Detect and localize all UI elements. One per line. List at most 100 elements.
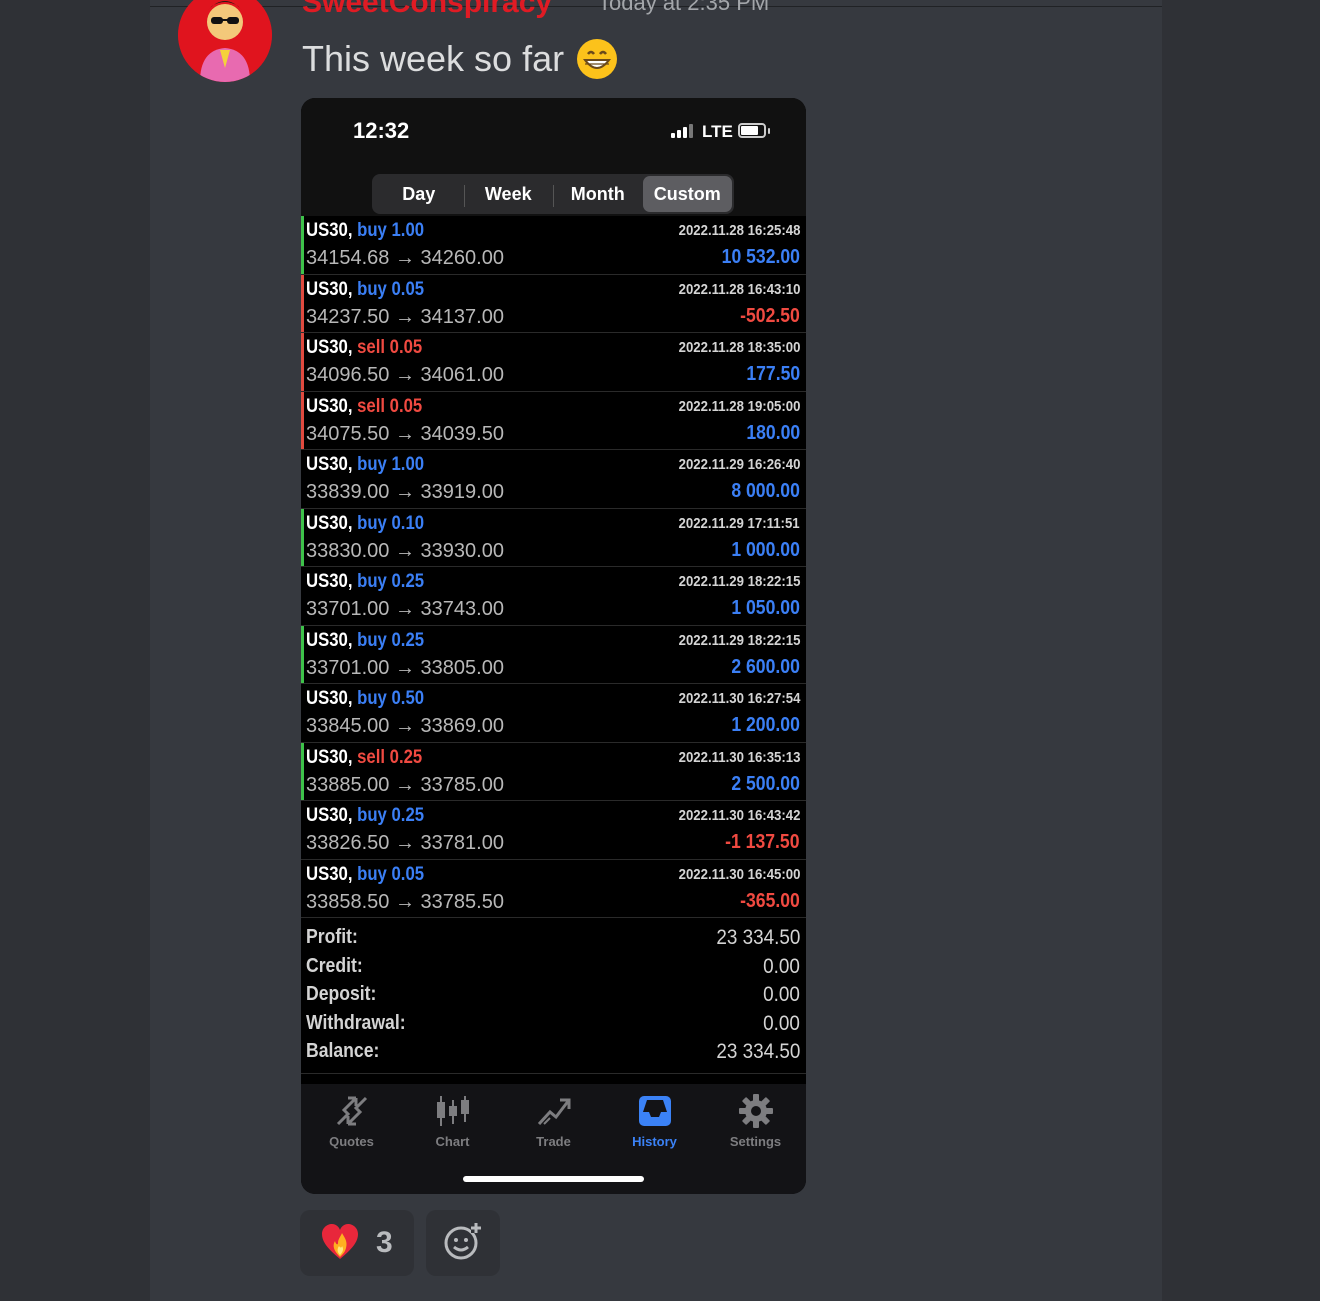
arrow-right-icon: → — [389, 539, 421, 562]
deal-prices: 33858.50 → 33785.50 — [306, 891, 504, 914]
deal-prices: 34096.50 → 34061.00 — [306, 364, 504, 387]
bottom-tab-bar: Quotes Chart Trade History Settings — [301, 1084, 806, 1194]
summary-value: 23 334.50 — [715, 1040, 800, 1064]
deal-time: 2022.11.30 16:27:54 — [678, 690, 800, 707]
deal-time: 2022.11.28 16:43:10 — [678, 280, 800, 298]
deal-symbol-name: US30, — [306, 220, 353, 241]
deal-prices: 33885.00 → 33785.00 — [306, 774, 504, 797]
quotes-icon — [301, 1092, 402, 1130]
segment-custom[interactable]: Custom — [642, 176, 732, 212]
deal-direction-type: buy — [357, 278, 387, 300]
tab-history[interactable]: History — [604, 1092, 705, 1149]
summary-value: 0.00 — [763, 983, 800, 1007]
deal-prices: 34237.50 → 34137.00 — [306, 306, 504, 329]
avatar[interactable] — [178, 0, 272, 82]
deal-lot: 0.05 — [389, 337, 423, 358]
deal-row[interactable]: US30, sell 0.05 2022.11.28 18:35:00 34096.… — [301, 333, 806, 392]
add-reaction-button[interactable] — [426, 1210, 500, 1276]
network-label: LTE — [702, 122, 733, 141]
deal-row[interactable]: US30, sell 0.05 2022.11.28 19:05:00 34075.… — [301, 391, 806, 450]
deal-lot: 0.05 — [391, 863, 425, 885]
deal-row[interactable]: US30, buy 1.00 2022.11.29 16:26:40 33839.0… — [301, 450, 806, 509]
summary-value: 0.00 — [763, 954, 800, 978]
deal-direction: buy 0.05 — [357, 279, 424, 300]
deal-symbol-name: US30, — [306, 746, 353, 768]
battery-icon — [738, 123, 766, 138]
deal-symbol: US30, sell 0.05 — [306, 337, 422, 359]
reaction-heart-on-fire[interactable]: 3 — [300, 1210, 414, 1276]
summary-divider — [301, 1073, 806, 1074]
deal-open-price: 34096.50 — [306, 364, 390, 386]
deal-symbol: US30, buy 0.05 — [306, 279, 424, 301]
deal-row[interactable]: US30, buy 0.10 2022.11.29 17:11:51 33830.0… — [301, 508, 806, 567]
deal-direction: buy 1.00 — [357, 220, 424, 241]
tab-settings[interactable]: Settings — [705, 1092, 806, 1149]
deal-prices: 33826.50 → 33781.00 — [306, 832, 504, 855]
deal-symbol-name: US30, — [306, 278, 353, 300]
segment-week[interactable]: Week — [464, 176, 554, 212]
tab-chart-label: Chart — [435, 1134, 470, 1149]
deal-open-price: 33830.00 — [306, 539, 390, 562]
deal-direction-type: buy — [357, 863, 387, 885]
deal-open-price: 33858.50 — [306, 890, 390, 913]
deal-row[interactable]: US30, buy 0.05 2022.11.28 16:43:10 34237.5… — [301, 274, 806, 333]
deal-symbol-name: US30, — [306, 805, 353, 826]
status-bar: 12:32 LTE — [301, 98, 806, 166]
tab-trade-label: Trade — [536, 1134, 571, 1149]
deal-lot: 0.25 — [391, 571, 425, 592]
deal-profit: -365.00 — [740, 889, 800, 912]
tab-history-label: History — [632, 1134, 677, 1149]
deal-time: 2022.11.28 18:35:00 — [678, 339, 800, 356]
deal-close-price: 33919.00 — [420, 481, 504, 503]
deal-symbol: US30, buy 0.25 — [306, 630, 424, 652]
segment-month[interactable]: Month — [553, 176, 643, 212]
deal-row[interactable]: US30, buy 0.25 2022.11.30 16:43:42 33826.5… — [301, 801, 806, 860]
deal-direction: buy 0.25 — [357, 805, 424, 826]
history-summary: Profit: 23 334.50 Credit: 0.00 Deposit: 0.00 W… — [301, 924, 806, 1067]
inbox-icon — [604, 1092, 705, 1130]
home-indicator[interactable] — [463, 1176, 644, 1182]
segment-day[interactable]: Day — [374, 176, 464, 212]
heart-on-fire-icon — [320, 1221, 360, 1266]
arrow-right-icon: → — [389, 598, 421, 620]
deal-open-price: 33701.00 — [306, 598, 390, 620]
deal-direction: sell 0.05 — [357, 337, 422, 358]
deal-direction-type: sell — [357, 746, 386, 768]
deal-row[interactable]: US30, buy 1.00 2022.11.28 16:25:48 34154.6… — [301, 216, 806, 275]
deal-open-price: 34237.50 — [306, 305, 390, 328]
deal-profit: 177.50 — [746, 363, 800, 385]
deal-open-price: 33839.00 — [306, 481, 390, 503]
deal-open-price: 33885.00 — [306, 773, 390, 796]
tab-quotes[interactable]: Quotes — [301, 1092, 402, 1149]
summary-row: Balance: 23 334.50 — [301, 1038, 806, 1067]
deal-close-price: 33869.00 — [420, 715, 504, 737]
deal-lot: 0.10 — [391, 512, 425, 534]
deal-row[interactable]: US30, buy 0.50 2022.11.30 16:27:54 33845.0… — [301, 684, 806, 743]
username[interactable]: SweetConspiracy — [302, 0, 552, 20]
deal-row[interactable]: US30, buy 0.05 2022.11.30 16:45:00 33858.5… — [301, 860, 806, 918]
deal-close-price: 34061.00 — [420, 364, 504, 386]
deal-symbol: US30, sell 0.05 — [306, 396, 422, 418]
deal-symbol-name: US30, — [306, 337, 353, 358]
tab-trade[interactable]: Trade — [503, 1092, 604, 1149]
deal-row[interactable]: US30, buy 0.25 2022.11.29 18:22:15 33701.0… — [301, 625, 806, 684]
deal-status-bar — [301, 742, 304, 800]
deal-profit: 2 600.00 — [731, 655, 800, 678]
grinning-face-icon — [576, 38, 618, 80]
tab-settings-label: Settings — [729, 1134, 782, 1149]
deal-row[interactable]: US30, buy 0.25 2022.11.29 18:22:15 33701.0… — [301, 567, 806, 626]
summary-label: Deposit: — [306, 983, 377, 1006]
add-reaction-icon — [443, 1221, 483, 1266]
deal-symbol-name: US30, — [306, 454, 353, 475]
deal-status-bar — [301, 801, 304, 859]
deal-lot: 1.00 — [391, 454, 425, 475]
deal-time: 2022.11.29 17:11:51 — [678, 514, 800, 532]
deal-profit: 180.00 — [746, 421, 800, 444]
deal-symbol-name: US30, — [306, 863, 353, 885]
deal-close-price: 33781.00 — [420, 832, 504, 854]
arrow-right-icon: → — [389, 832, 421, 854]
deal-row[interactable]: US30, sell 0.25 2022.11.30 16:35:13 33885.… — [301, 742, 806, 801]
phone-screenshot[interactable]: 12:32 LTE Day Week Month Custom US30, bu… — [301, 98, 806, 1194]
deal-time: 2022.11.29 16:26:40 — [678, 456, 800, 473]
tab-chart[interactable]: Chart — [402, 1092, 503, 1149]
